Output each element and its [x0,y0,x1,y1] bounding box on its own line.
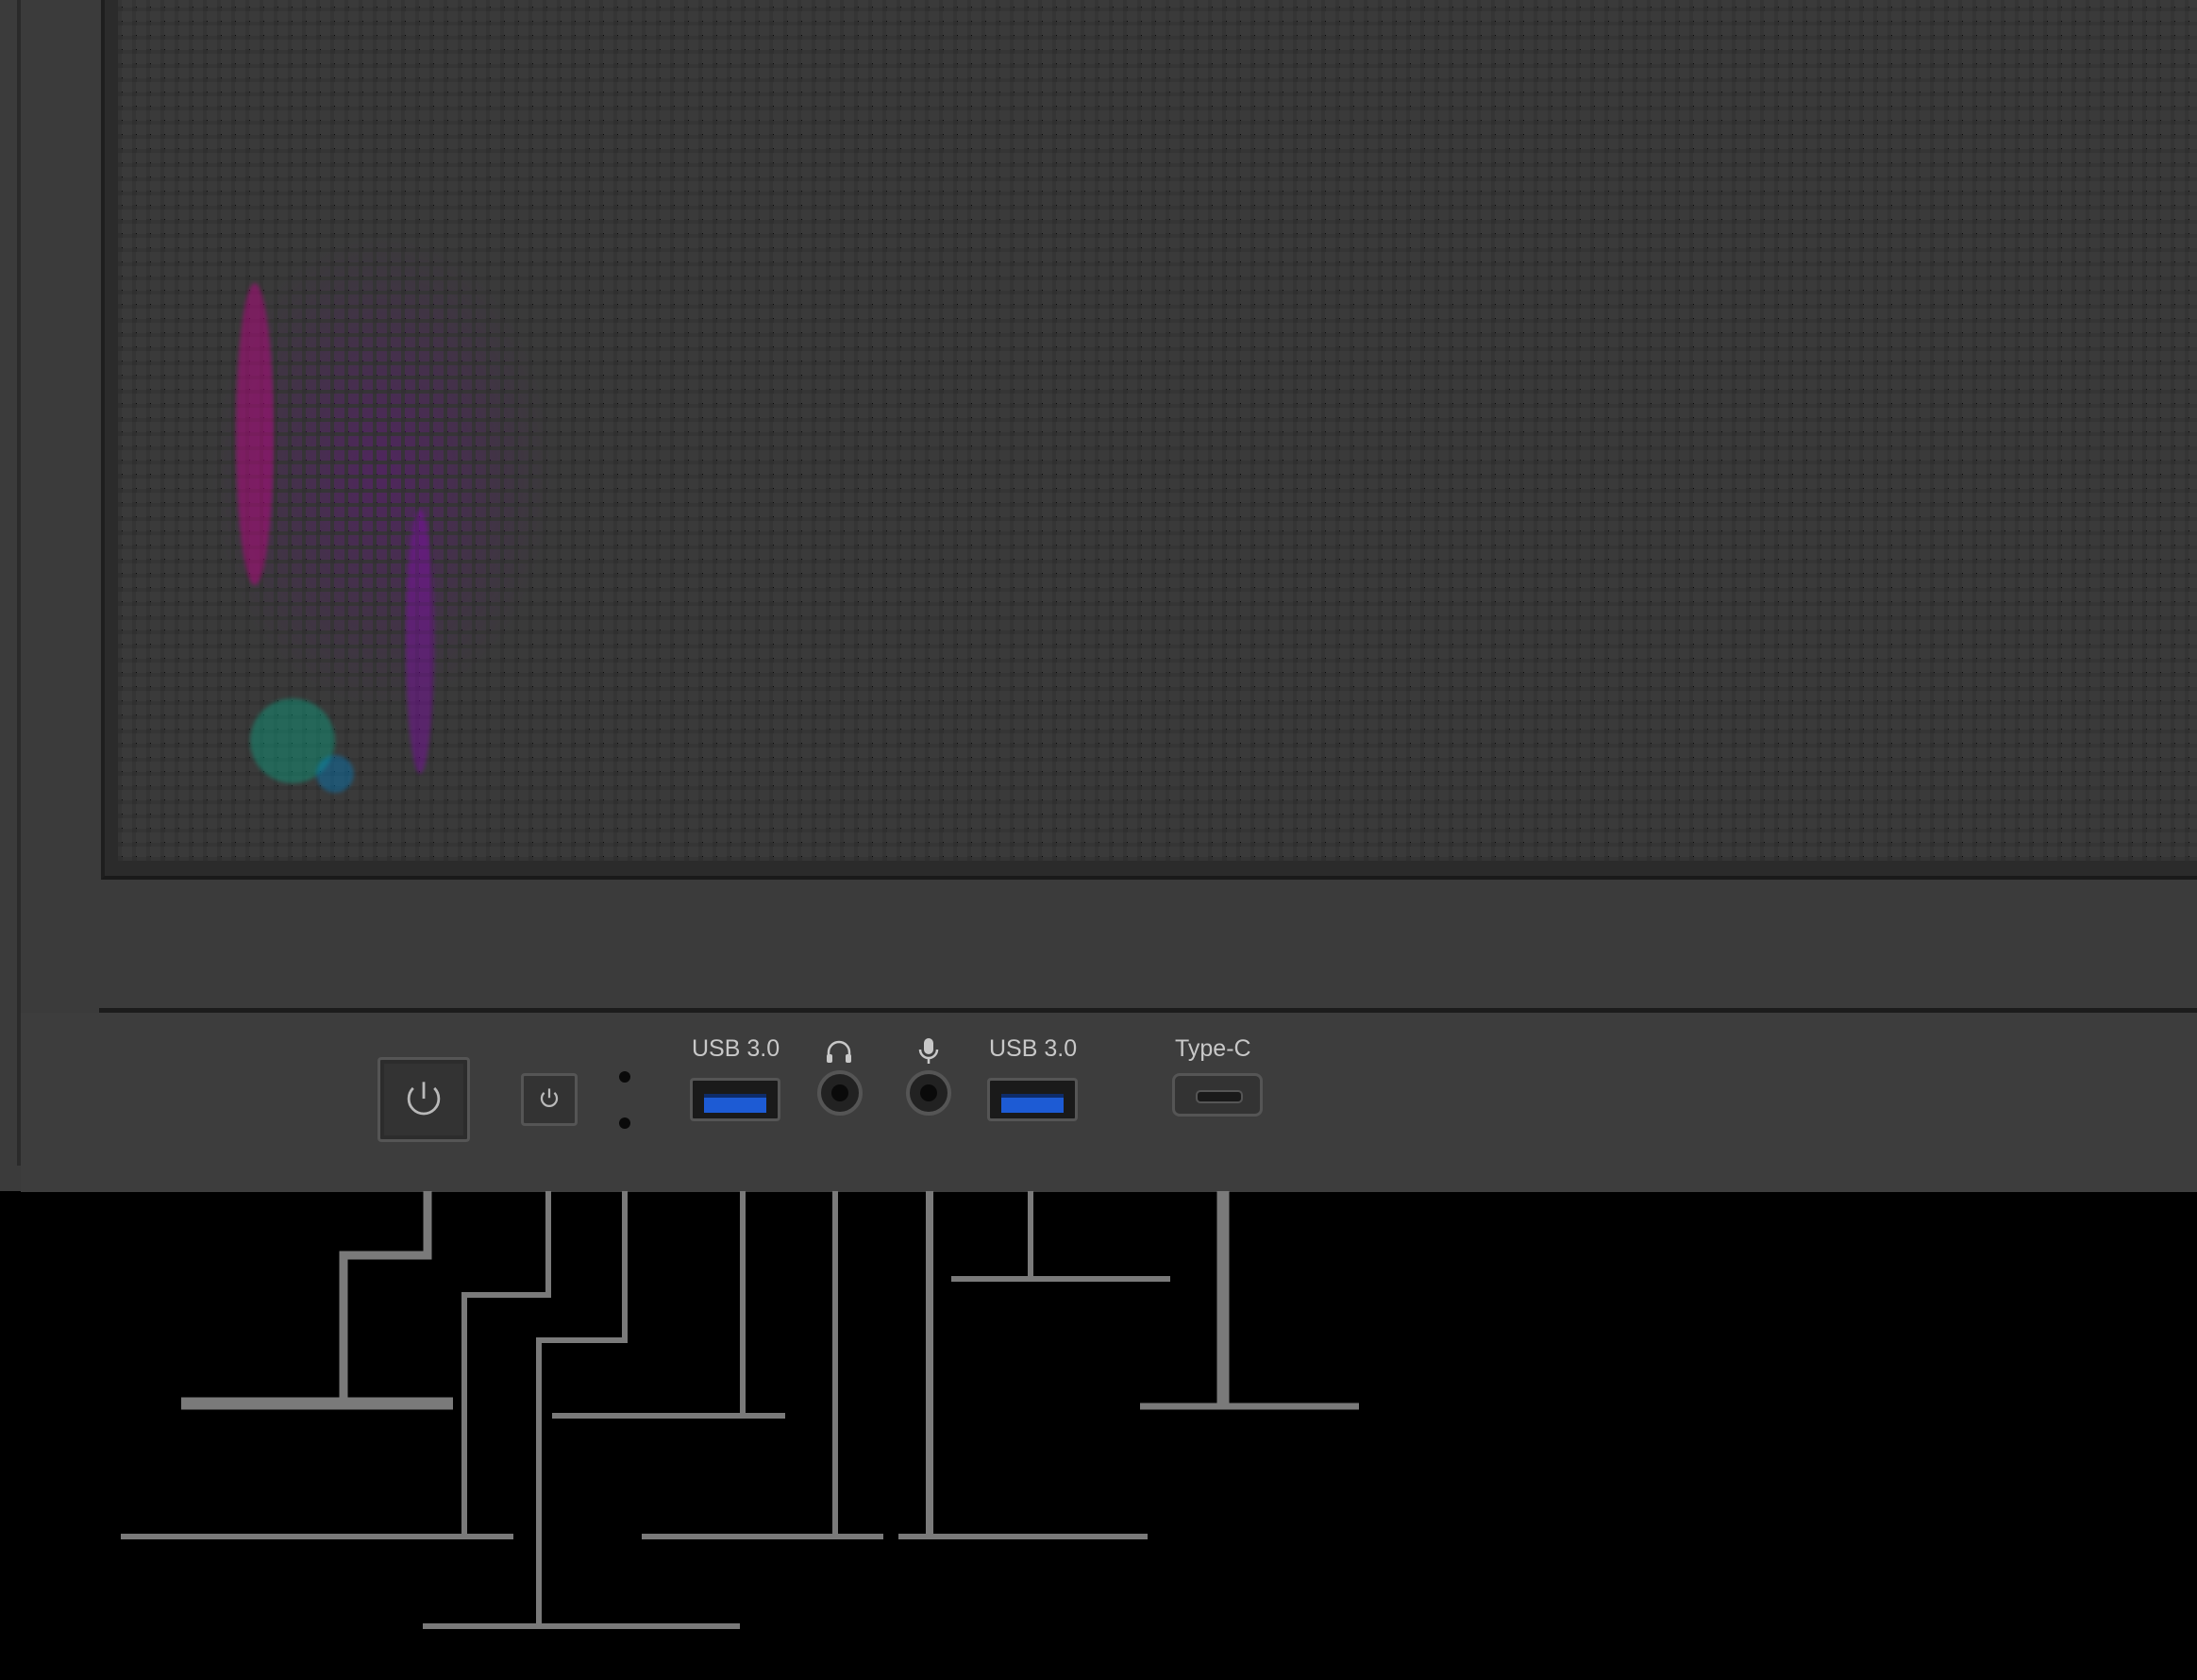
callout-lines [121,1191,1359,1629]
reset-callout-line [461,1191,551,1537]
led-callout-line [536,1191,628,1626]
power-callout-line [339,1191,432,1403]
